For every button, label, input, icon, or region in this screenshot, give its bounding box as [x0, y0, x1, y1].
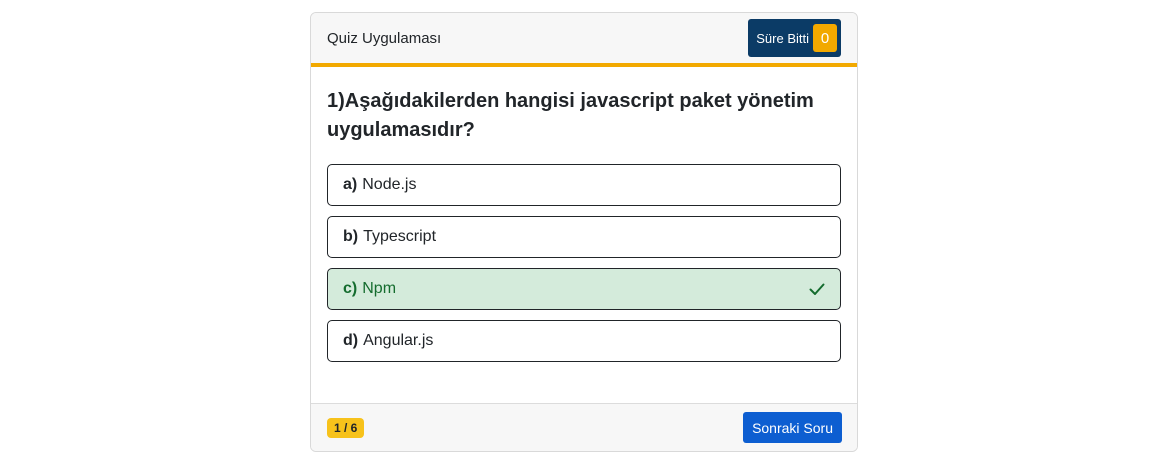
option-content: d) Angular.js	[343, 332, 433, 350]
option-c[interactable]: c) Npm	[327, 268, 841, 310]
question-text: 1)Aşağıdakilerden hangisi javascript pak…	[327, 90, 814, 141]
option-text: Node.js	[362, 176, 417, 193]
quiz-body: 1)Aşağıdakilerden hangisi javascript pak…	[311, 67, 857, 362]
option-content: a) Node.js	[343, 176, 416, 194]
option-letter: b)	[343, 228, 359, 245]
timer-badge: Süre Bitti 0	[748, 19, 841, 57]
option-content: c) Npm	[343, 280, 396, 298]
option-text: Angular.js	[363, 332, 434, 349]
option-text: Npm	[362, 280, 397, 297]
progress-badge: 1 / 6	[327, 417, 365, 438]
option-a[interactable]: a) Node.js	[327, 164, 841, 206]
option-content: b) Typescript	[343, 228, 436, 246]
check-icon	[808, 280, 826, 298]
option-b[interactable]: b) Typescript	[327, 216, 841, 258]
option-d[interactable]: d) Angular.js	[327, 320, 841, 362]
quiz-header: Quiz Uygulaması Süre Bitti 0	[311, 13, 857, 67]
option-text: Typescript	[363, 228, 437, 245]
next-question-button[interactable]: Sonraki Soru	[743, 412, 842, 443]
timer-count: 0	[813, 24, 837, 52]
quiz-card: Quiz Uygulaması Süre Bitti 0 1)Aşağıdaki…	[310, 12, 858, 452]
option-letter: a)	[343, 176, 358, 193]
app-title: Quiz Uygulaması	[327, 29, 442, 47]
option-letter: d)	[343, 332, 359, 349]
option-letter: c)	[343, 280, 358, 297]
quiz-footer: 1 / 6 Sonraki Soru	[311, 403, 857, 451]
timer-label: Süre Bitti	[756, 30, 809, 46]
